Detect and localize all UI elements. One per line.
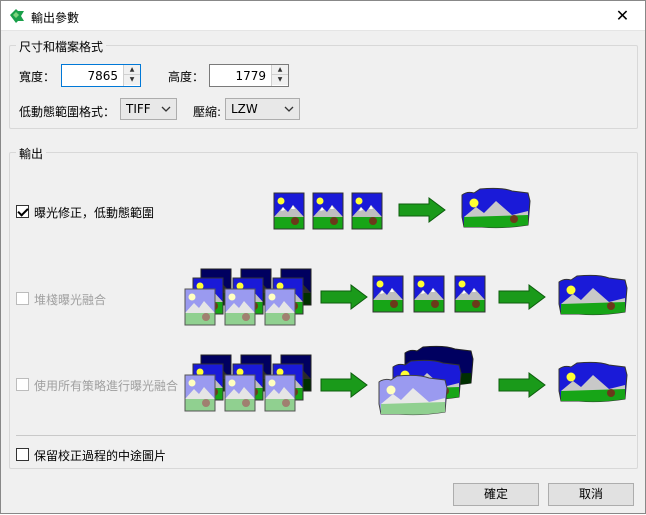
arrow-icon — [320, 284, 368, 310]
arrow-icon — [498, 372, 546, 398]
row3-stacked-images — [184, 354, 312, 412]
arrow-icon — [498, 284, 546, 310]
row1-source-images — [273, 192, 383, 230]
row2-stacked-images — [184, 268, 312, 326]
arrow-icon — [398, 197, 446, 223]
row2-result-panorama — [558, 274, 628, 316]
arrow-icon — [320, 372, 368, 398]
row3-result-panorama — [558, 361, 628, 403]
row2-fused-images — [372, 275, 486, 313]
row1-result-panorama — [461, 187, 531, 229]
illustrations — [184, 187, 628, 416]
row3-stacked-panoramas — [378, 345, 474, 416]
output-parameters-dialog: 輸出參數 ✕ 尺寸和檔案格式 寬度： 7865 ▲ ▼ 高度： 1779 ▲ ▼… — [0, 0, 646, 514]
